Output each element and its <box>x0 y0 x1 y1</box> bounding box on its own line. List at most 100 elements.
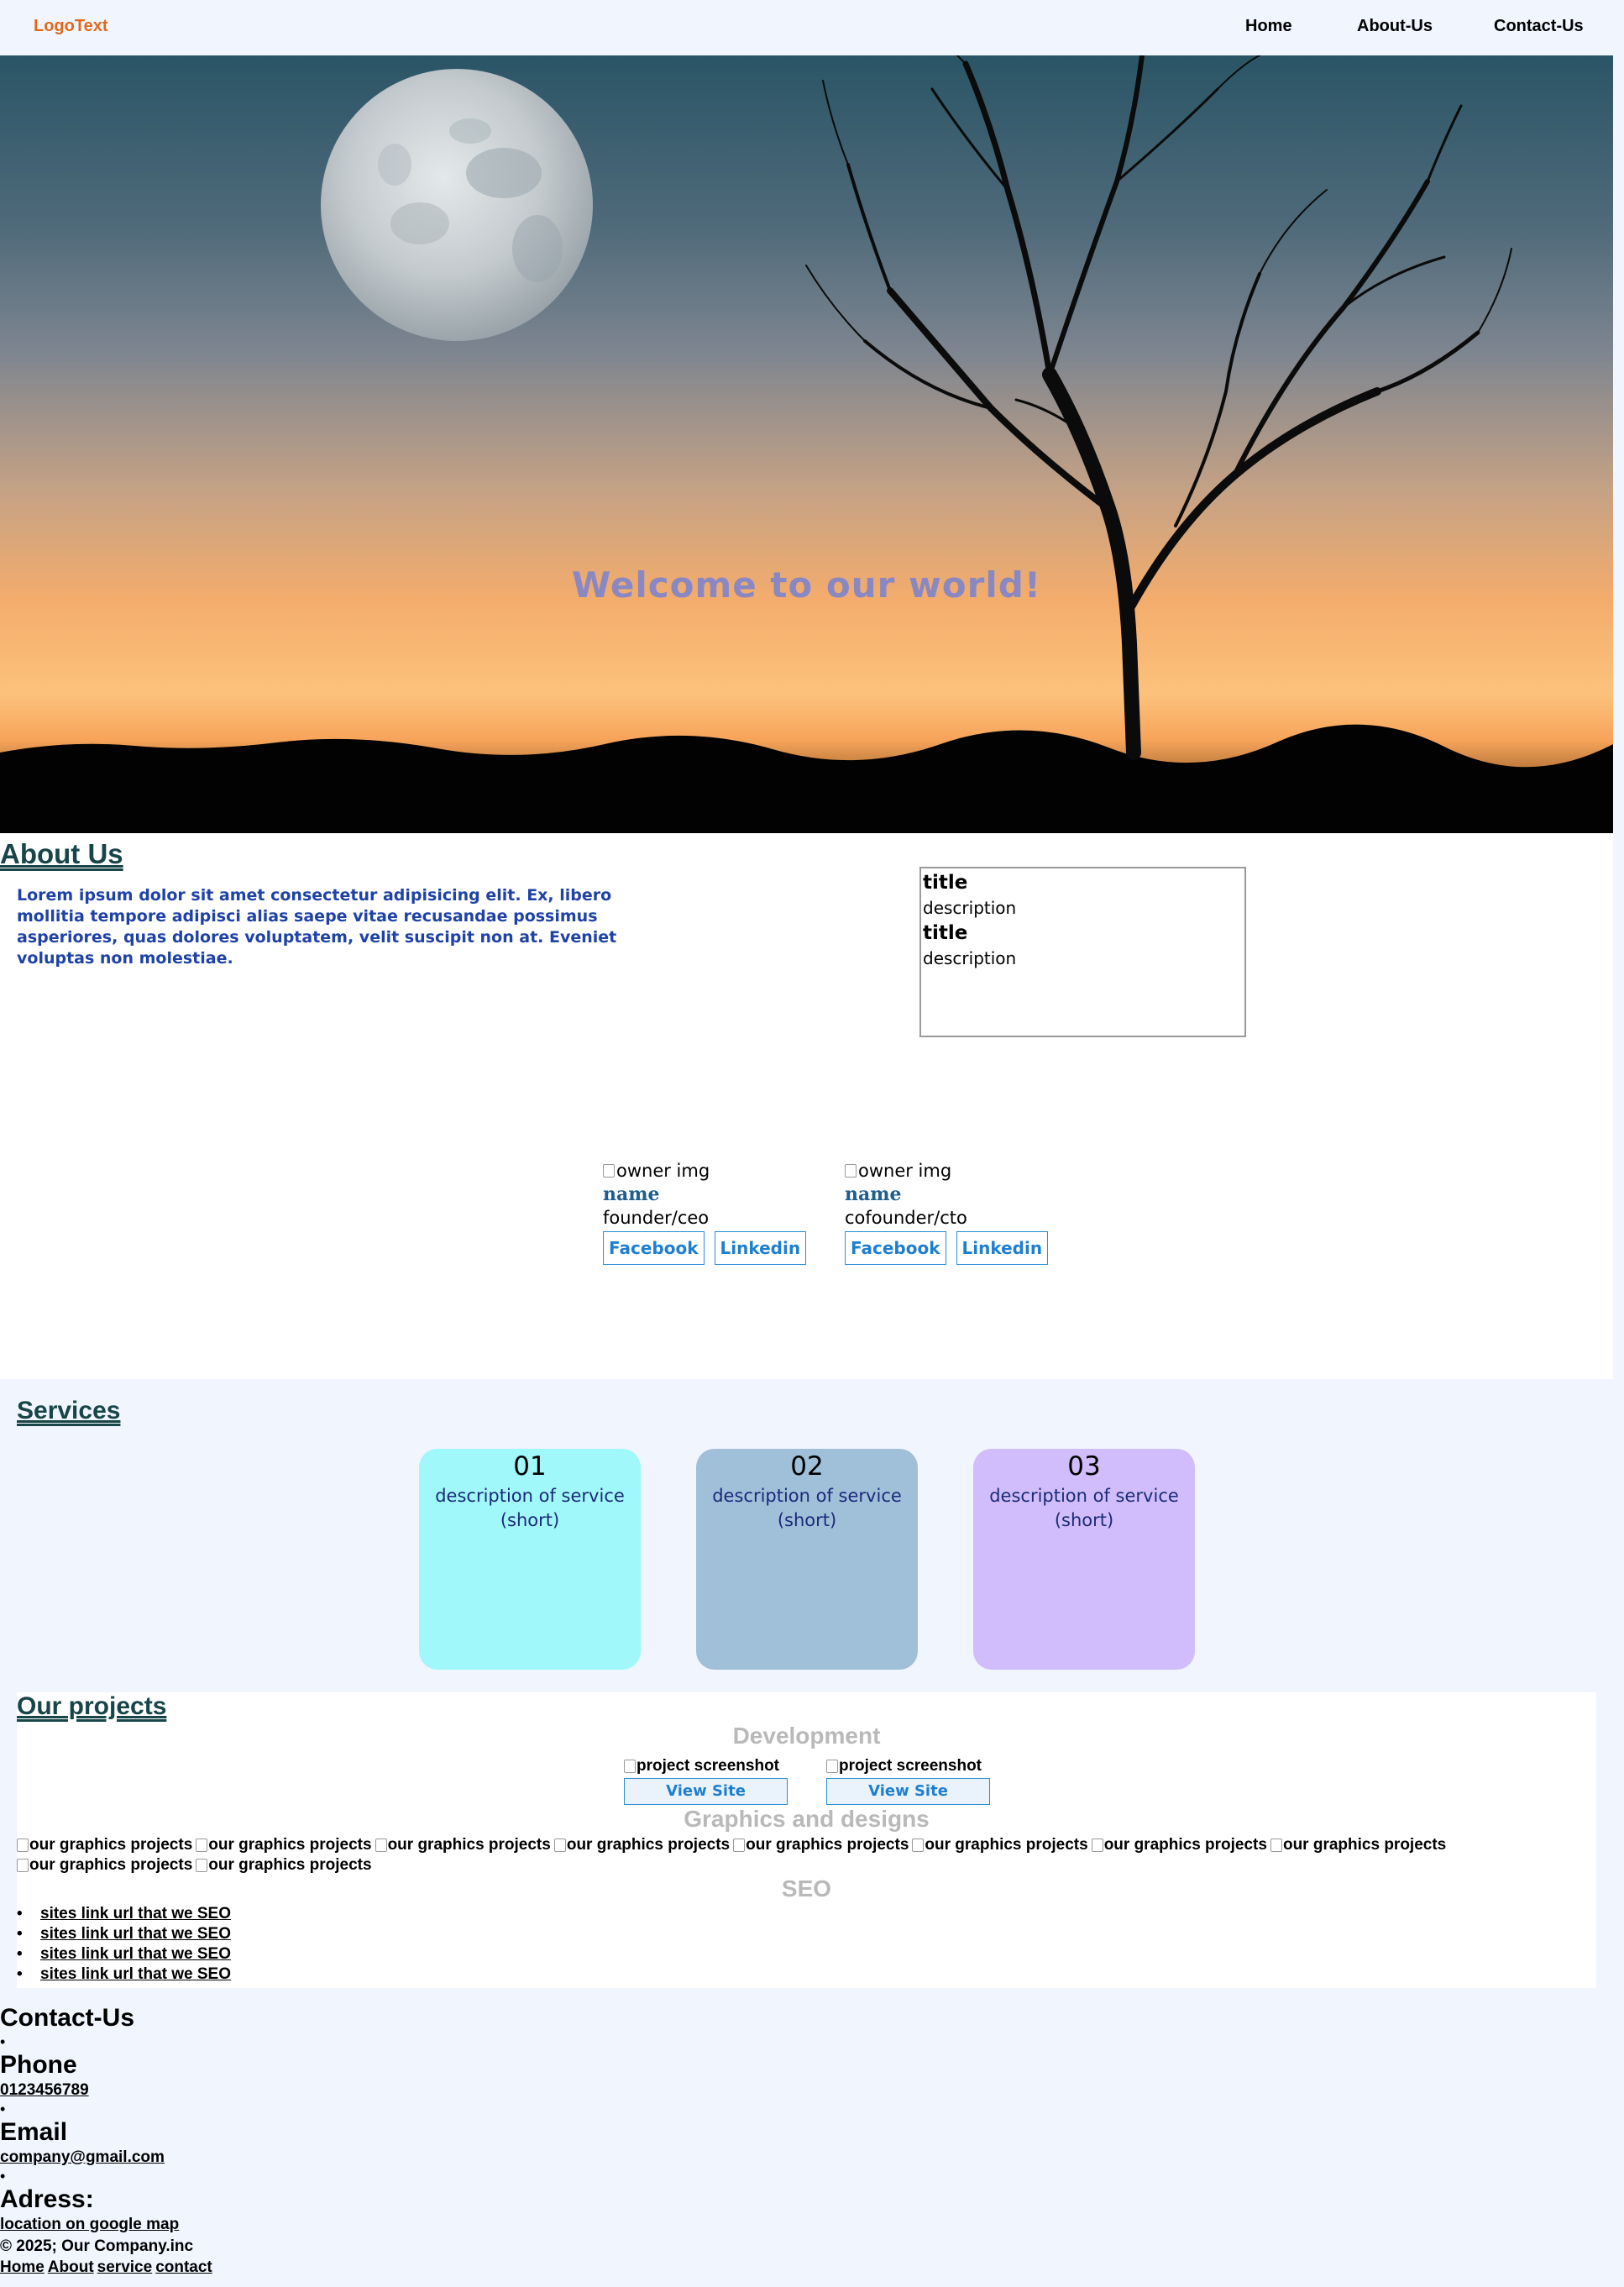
graphics-image-alt: our graphics projects <box>29 1856 193 1874</box>
seo-link[interactable]: sites link url that we SEO <box>40 1965 231 1983</box>
info-description: description <box>923 948 1017 968</box>
phone-link[interactable]: 0123456789 <box>0 2080 504 2101</box>
graphics-gallery: our graphics projects our graphics projec… <box>17 1835 1596 1858</box>
broken-image-icon <box>845 1164 857 1178</box>
projects-title: Our projects <box>17 1692 167 1720</box>
bullet-marker: • <box>0 2101 6 2117</box>
service-number: 03 <box>1067 1451 1101 1482</box>
address-link[interactable]: location on google map <box>0 2215 504 2235</box>
info-title: title <box>923 872 968 894</box>
graphics-image-alt: our graphics projects <box>566 1836 731 1854</box>
service-card: 03 description of service (short) <box>973 1449 1195 1670</box>
broken-image-icon <box>1091 1839 1103 1852</box>
tree-icon <box>805 55 1512 760</box>
graphics-image-alt: our graphics projects <box>387 1836 551 1854</box>
service-description: description of service (short) <box>712 1486 902 1530</box>
navbar: LogoText Home About-Us Contact-Us <box>0 0 1624 55</box>
phone-label: Phone <box>0 2051 77 2079</box>
linkedin-button[interactable]: Linkedin <box>956 1231 1049 1265</box>
service-description: description of service (short) <box>435 1486 625 1530</box>
footer-link-service[interactable]: service <box>97 2258 153 2276</box>
broken-image-icon <box>912 1839 925 1852</box>
info-title: title <box>923 922 968 944</box>
graphics-image-alt: our graphics projects <box>29 1836 193 1854</box>
graphics-image: our graphics projects <box>196 1855 372 1875</box>
email-label: Email <box>0 2118 68 2146</box>
owner-card: owner img name founder/ceo Facebook Link… <box>603 1159 821 1265</box>
project-screenshot: project screenshot <box>624 1756 788 1776</box>
broken-image-icon <box>826 1760 838 1773</box>
service-description: description of service (short) <box>989 1486 1179 1530</box>
broken-image-icon <box>624 1760 636 1773</box>
owner-role: founder/ceo <box>603 1208 710 1228</box>
moon-icon <box>321 69 593 341</box>
footer-link-about[interactable]: About <box>48 2258 94 2276</box>
info-description: description <box>923 898 1017 918</box>
graphics-image: our graphics projects <box>733 1835 909 1855</box>
development-title: Development <box>732 1723 881 1749</box>
owner-name: name <box>603 1183 660 1205</box>
footer-link-home[interactable]: Home <box>0 2258 45 2276</box>
list-item: sites link url that we SEO <box>17 1904 231 1924</box>
services-title: Services <box>17 1397 121 1424</box>
graphics-image: our graphics projects <box>912 1835 1088 1855</box>
about-title: About Us <box>0 838 123 869</box>
graphics-image: our graphics projects <box>17 1835 192 1855</box>
info-box: title description title description <box>919 867 1246 1037</box>
seo-link[interactable]: sites link url that we SEO <box>40 1945 231 1963</box>
graphics-image-alt: our graphics projects <box>746 1836 909 1854</box>
seo-link-list: sites link url that we SEO sites link ur… <box>17 1904 231 1985</box>
hero-headline: Welcome to our world! <box>572 564 1041 606</box>
graphics-title: Graphics and designs <box>684 1806 930 1832</box>
graphics-image-alt: our graphics projects <box>208 1836 372 1854</box>
email-link[interactable]: company@gmail.com <box>0 2148 504 2168</box>
graphics-image: our graphics projects <box>375 1835 551 1855</box>
seo-link[interactable]: sites link url that we SEO <box>40 1925 231 1943</box>
logo-text[interactable]: LogoText <box>34 17 108 36</box>
contact-title: Contact-Us <box>0 2004 135 2032</box>
facebook-button[interactable]: Facebook <box>845 1231 946 1265</box>
seo-link[interactable]: sites link url that we SEO <box>40 1905 231 1922</box>
graphics-image: our graphics projects <box>1091 1835 1267 1855</box>
footer-link-contact[interactable]: contact <box>155 2258 212 2276</box>
view-site-button[interactable]: View Site <box>624 1778 788 1805</box>
graphics-image-alt: our graphics projects <box>1103 1836 1267 1854</box>
nav-link-home[interactable]: Home <box>1245 17 1292 36</box>
nav-link-about[interactable]: About-Us <box>1357 17 1433 36</box>
graphics-image: our graphics projects <box>1270 1835 1446 1855</box>
graphics-image: our graphics projects <box>17 1855 192 1875</box>
broken-image-icon <box>375 1839 387 1852</box>
project-screenshot-alt: project screenshot <box>839 1757 982 1775</box>
graphics-gallery-row2: our graphics projects our graphics projec… <box>17 1855 1596 1878</box>
contact-section: Contact-Us • Phone 0123456789 • Email co… <box>0 2003 504 2235</box>
service-number: 01 <box>513 1451 547 1482</box>
graphics-image-alt: our graphics projects <box>1282 1836 1447 1854</box>
broken-image-icon <box>17 1859 29 1872</box>
projects-section: Our projects Development project screens… <box>17 1692 1596 1988</box>
hero-banner: Welcome to our world! <box>0 55 1613 833</box>
owner-image: owner img <box>845 1159 1063 1183</box>
owner-card: owner img name cofounder/cto Facebook Li… <box>845 1159 1063 1265</box>
about-text: Lorem ipsum dolor sit amet consectetur a… <box>17 886 617 968</box>
project-screenshot-alt: project screenshot <box>637 1757 779 1775</box>
broken-image-icon <box>1270 1839 1282 1852</box>
project-card: project screenshot View Site <box>826 1756 990 1805</box>
graphics-image: our graphics projects <box>553 1835 731 1855</box>
broken-image-icon <box>733 1839 746 1852</box>
project-screenshot: project screenshot <box>826 1756 990 1776</box>
view-site-button[interactable]: View Site <box>826 1778 990 1805</box>
project-card: project screenshot View Site <box>624 1756 788 1805</box>
linkedin-button[interactable]: Linkedin <box>714 1231 807 1265</box>
owner-role: cofounder/cto <box>845 1208 967 1228</box>
list-item: sites link url that we SEO <box>17 1944 231 1964</box>
hero-background-illustration <box>0 55 1613 833</box>
list-item: sites link url that we SEO <box>17 1924 231 1944</box>
service-card: 02 description of service (short) <box>696 1449 918 1670</box>
graphics-image-alt: our graphics projects <box>208 1856 372 1874</box>
service-card: 01 description of service (short) <box>419 1449 641 1670</box>
facebook-button[interactable]: Facebook <box>603 1231 705 1265</box>
broken-image-icon <box>17 1839 29 1852</box>
nav-link-contact[interactable]: Contact-Us <box>1494 17 1584 36</box>
address-label: Adress: <box>0 2185 94 2213</box>
footer-copyright: © 2025; Our Company.inc <box>0 2237 194 2255</box>
